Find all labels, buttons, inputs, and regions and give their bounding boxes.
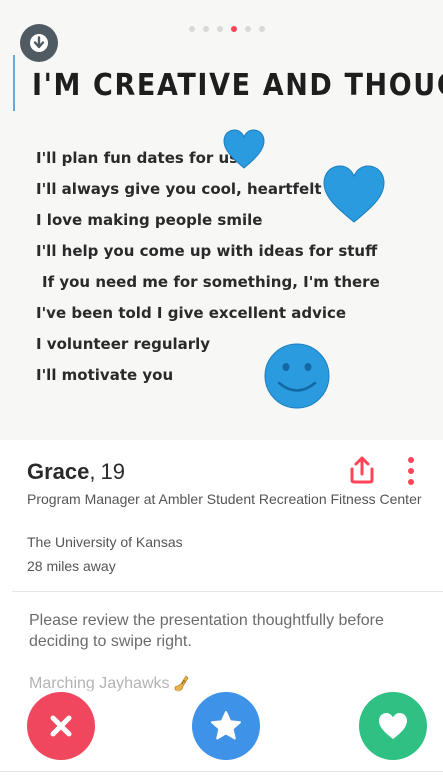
more-vertical-icon [408,468,414,474]
more-vertical-icon [408,479,414,485]
profile-distance: 28 miles away [27,558,116,574]
smiley-icon [264,343,330,409]
profile-bio: Please review the presentation thoughtfu… [29,612,384,650]
photo-title: I'M CREATIVE AND THOUGHTFUL [32,68,443,103]
profile-age: 19 [100,459,125,484]
more-options-button[interactable] [399,452,423,490]
photo-text-line: I'll help you come up with ideas for stu… [36,242,378,260]
pagination-dot[interactable] [216,26,223,32]
star-icon [211,711,241,740]
section-divider [12,591,443,592]
pagination-dot[interactable] [188,26,195,32]
arrow-down-icon [30,34,48,52]
share-button[interactable] [344,452,380,488]
name-separator: , [89,459,96,484]
collapse-profile-button[interactable] [20,24,58,62]
super-like-button[interactable] [192,692,260,760]
bottom-border [0,771,443,772]
photo-text-line: I've been told I give excellent advice [36,304,347,322]
profile-photo[interactable]: I'M CREATIVE AND THOUGHTFUL I'll plan fu… [0,0,443,440]
pagination-dot[interactable] [258,26,265,32]
share-icon [350,456,374,484]
heart-icon [379,713,407,739]
profile-name: Grace [27,459,90,484]
photo-accent-line [13,55,15,111]
more-vertical-icon [408,457,414,463]
photo-text-line: If you need me for something, I'm there [42,273,380,291]
profile-name-age: Grace, 19 [27,459,125,485]
pagination-dot-active[interactable] [230,26,237,32]
pagination-dot[interactable] [244,26,251,32]
close-icon [50,715,72,737]
heart-icon [323,165,385,223]
photo-pagination [0,26,443,32]
heart-icon [223,129,265,169]
like-button[interactable] [359,692,427,760]
profile-school: The University of Kansas [27,534,183,550]
nope-button[interactable] [27,692,95,760]
pagination-dot[interactable] [202,26,209,32]
profile-job: Program Manager at Ambler Student Recrea… [27,491,422,507]
